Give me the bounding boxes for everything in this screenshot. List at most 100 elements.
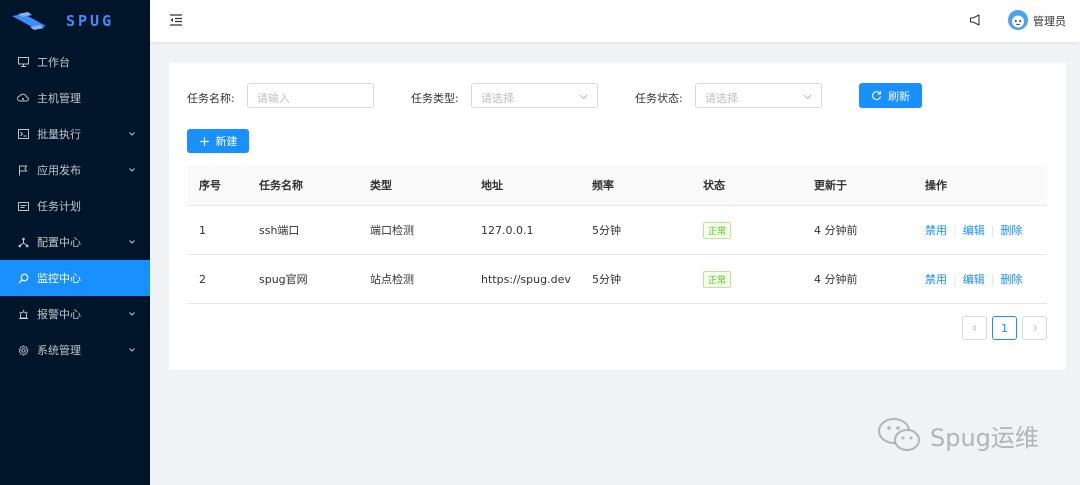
notification-icon[interactable] (968, 12, 984, 28)
updated-time: 4 分钟前 (814, 224, 858, 237)
sidebar-item-deploy[interactable]: 应用发布 (0, 152, 150, 188)
alarm-icon (17, 308, 29, 320)
flag-icon (17, 164, 29, 176)
cloud-server-icon (17, 92, 29, 104)
prev-page-button[interactable] (962, 316, 987, 340)
task-name: spug官网 (259, 273, 308, 286)
disable-link[interactable]: 禁用 (925, 224, 947, 237)
task-status-placeholder: 请选择 (705, 92, 738, 105)
deployment-icon (17, 236, 29, 248)
divider: | (953, 224, 957, 237)
task-name-label: 任务名称: (187, 92, 235, 105)
column-header: 状态 (703, 179, 725, 192)
next-page-button[interactable] (1022, 316, 1047, 340)
chevron-right-icon (1033, 325, 1037, 331)
chevron-left-icon (972, 325, 976, 331)
content-card: 任务名称: 请输入 任务类型: 请选择 任务状态: 请选择 刷新 新建 序号 任… (169, 63, 1066, 370)
sidebar-item-label: 系统管理 (37, 344, 81, 357)
task-table: 序号 任务名称 类型 地址 频率 状态 更新于 操作 1 ssh端口 端口检测 … (187, 165, 1047, 304)
schedule-icon (17, 200, 29, 212)
sidebar-item-alarm[interactable]: 报警中心 (0, 296, 150, 332)
sidebar-item-label: 报警中心 (37, 308, 81, 321)
refresh-button[interactable]: 刷新 (859, 83, 922, 108)
column-header: 更新于 (814, 179, 847, 192)
updated-time: 4 分钟前 (814, 273, 858, 286)
status-badge: 正常 (703, 270, 732, 288)
sidebar-item-config[interactable]: 配置中心 (0, 224, 150, 260)
sidebar-item-system[interactable]: 系统管理 (0, 332, 150, 368)
sidebar: SPUG 工作台 主机管理 批量执行 应用发布 任务计划 配置中心 监控中心 报… (0, 0, 150, 485)
column-header: 任务名称 (259, 179, 303, 192)
monitor-icon (17, 56, 29, 68)
disable-link[interactable]: 禁用 (925, 273, 947, 286)
sidebar-item-host[interactable]: 主机管理 (0, 80, 150, 116)
column-header: 操作 (925, 179, 947, 192)
task-address: https://spug.dev (481, 272, 571, 286)
table-row: 2 spug官网 站点检测 https://spug.dev 5分钟 正常 4 … (187, 255, 1047, 304)
column-header: 地址 (481, 179, 503, 192)
sidebar-item-workbench[interactable]: 工作台 (0, 44, 150, 80)
setting-icon (17, 344, 29, 356)
chevron-down-icon (129, 168, 135, 172)
monitor-search-icon (17, 272, 29, 284)
sidebar-item-label: 任务计划 (37, 200, 81, 213)
task-type-label: 任务类型: (411, 92, 459, 105)
logo-mark-icon (12, 12, 46, 30)
username[interactable]: 管理员 (1033, 13, 1066, 29)
logo[interactable]: SPUG (0, 0, 150, 42)
task-name-placeholder: 请输入 (257, 92, 290, 105)
chevron-down-icon (129, 312, 135, 316)
new-task-label: 新建 (215, 135, 238, 148)
task-name-input[interactable]: 请输入 (247, 83, 374, 108)
sidebar-item-monitor[interactable]: 监控中心 (0, 260, 150, 296)
sidebar-item-label: 配置中心 (37, 236, 81, 249)
watermark-text: Spug运维 (930, 423, 1039, 452)
delete-link[interactable]: 删除 (1000, 224, 1022, 237)
task-frequency: 5分钟 (592, 224, 621, 237)
chevron-down-icon (129, 348, 135, 352)
edit-link[interactable]: 编辑 (963, 273, 985, 286)
sidebar-item-batch[interactable]: 批量执行 (0, 116, 150, 152)
edit-link[interactable]: 编辑 (963, 224, 985, 237)
column-header: 类型 (370, 179, 392, 192)
column-header: 频率 (592, 179, 614, 192)
task-frequency: 5分钟 (592, 273, 621, 286)
delete-link[interactable]: 删除 (1000, 273, 1022, 286)
row-index: 2 (199, 272, 206, 286)
divider: | (990, 273, 995, 286)
sidebar-menu: 工作台 主机管理 批量执行 应用发布 任务计划 配置中心 监控中心 报警中心 系… (0, 44, 150, 368)
terminal-icon (17, 128, 29, 140)
table-header: 序号 任务名称 类型 地址 频率 状态 更新于 操作 (187, 165, 1047, 206)
divider: | (953, 273, 957, 286)
menu-fold-icon[interactable] (168, 12, 184, 28)
page-button-current[interactable]: 1 (992, 316, 1017, 340)
chevron-down-icon (129, 132, 135, 136)
row-actions: 禁用 | 编辑 | 删除 (925, 222, 1022, 238)
task-status-select[interactable]: 请选择 (695, 83, 822, 108)
chevron-down-icon (129, 240, 135, 244)
status-badge: 正常 (703, 221, 732, 239)
watermark: Spug运维 (876, 412, 1056, 458)
table-row: 1 ssh端口 端口检测 127.0.0.1 5分钟 正常 4 分钟前 禁用 | 编… (187, 206, 1047, 255)
plus-icon (199, 136, 210, 147)
task-type-select[interactable]: 请选择 (471, 83, 598, 108)
new-task-button[interactable]: 新建 (187, 129, 249, 153)
sidebar-item-label: 主机管理 (37, 92, 81, 105)
logo-text: SPUG (66, 12, 115, 30)
task-name: ssh端口 (259, 224, 300, 237)
avatar[interactable] (1008, 10, 1028, 30)
sidebar-item-schedule[interactable]: 任务计划 (0, 188, 150, 224)
sidebar-item-label: 批量执行 (37, 128, 81, 141)
sidebar-item-label: 监控中心 (37, 272, 81, 285)
sidebar-item-label: 应用发布 (37, 164, 81, 177)
row-actions: 禁用 | 编辑 | 删除 (925, 271, 1022, 287)
sidebar-item-label: 工作台 (37, 56, 70, 69)
refresh-label: 刷新 (888, 89, 910, 103)
row-index: 1 (199, 223, 206, 237)
task-status-label: 任务状态: (635, 92, 683, 105)
chevron-down-icon (803, 94, 812, 100)
wechat-icon (878, 418, 920, 451)
task-type: 站点检测 (370, 273, 414, 286)
refresh-icon (871, 90, 882, 101)
task-type-placeholder: 请选择 (481, 92, 514, 105)
